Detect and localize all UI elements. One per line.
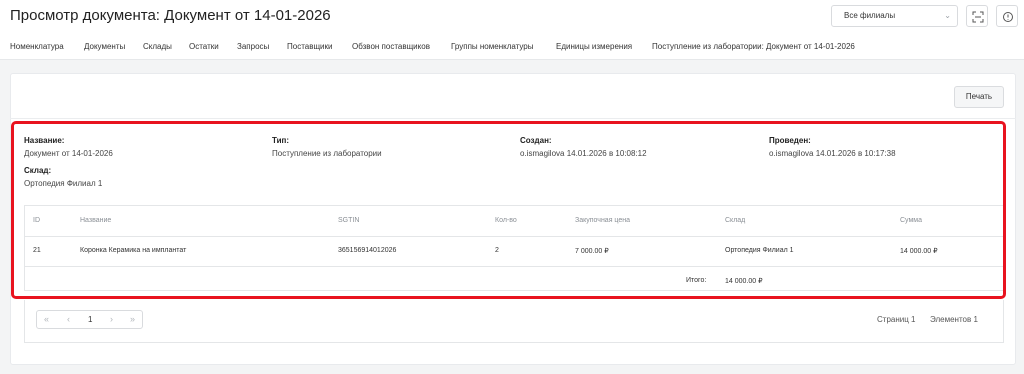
last-page-icon[interactable]: » [130, 314, 135, 324]
pagination: « ‹ 1 › » [36, 310, 143, 329]
nav-item-warehouses[interactable]: Склады [143, 42, 172, 51]
first-page-icon[interactable]: « [44, 314, 49, 324]
nav-item-units[interactable]: Единицы измерения [556, 42, 632, 51]
print-button[interactable]: Печать [954, 86, 1004, 108]
pagination-box [24, 300, 1004, 343]
nav-item-lab-receipt[interactable]: Поступление из лаборатории: Документ от … [652, 42, 855, 51]
next-page-icon[interactable]: › [110, 314, 113, 324]
info-button[interactable] [996, 5, 1018, 27]
page-title: Просмотр документа: Документ от 14-01-20… [10, 7, 331, 24]
prev-page-icon[interactable]: ‹ [67, 314, 70, 324]
items-count: Элементов 1 [930, 315, 978, 324]
nav-item-stock[interactable]: Остатки [189, 42, 219, 51]
nav-item-nomenclature[interactable]: Номенклатура [10, 42, 64, 51]
info-icon [1003, 12, 1013, 22]
scan-button[interactable] [966, 5, 988, 27]
branch-select[interactable]: Все филиалы ⌄ [831, 5, 958, 27]
nav-item-requests[interactable]: Запросы [237, 42, 269, 51]
scan-icon [972, 11, 984, 23]
divider [10, 118, 1016, 119]
pages-count: Страниц 1 [877, 315, 916, 324]
nav-item-supplier-calls[interactable]: Обзвон поставщиков [352, 42, 430, 51]
nav-item-suppliers[interactable]: Поставщики [287, 42, 333, 51]
branch-select-value: Все филиалы [844, 11, 896, 20]
chevron-down-icon: ⌄ [944, 11, 951, 20]
highlight-frame [11, 121, 1006, 299]
main-nav: Номенклатура Документы Склады Остатки За… [0, 32, 1024, 60]
current-page[interactable]: 1 [88, 315, 92, 324]
top-bar: Просмотр документа: Документ от 14-01-20… [0, 0, 1024, 32]
nav-item-nomenclature-groups[interactable]: Группы номенклатуры [451, 42, 534, 51]
nav-item-documents[interactable]: Документы [84, 42, 125, 51]
